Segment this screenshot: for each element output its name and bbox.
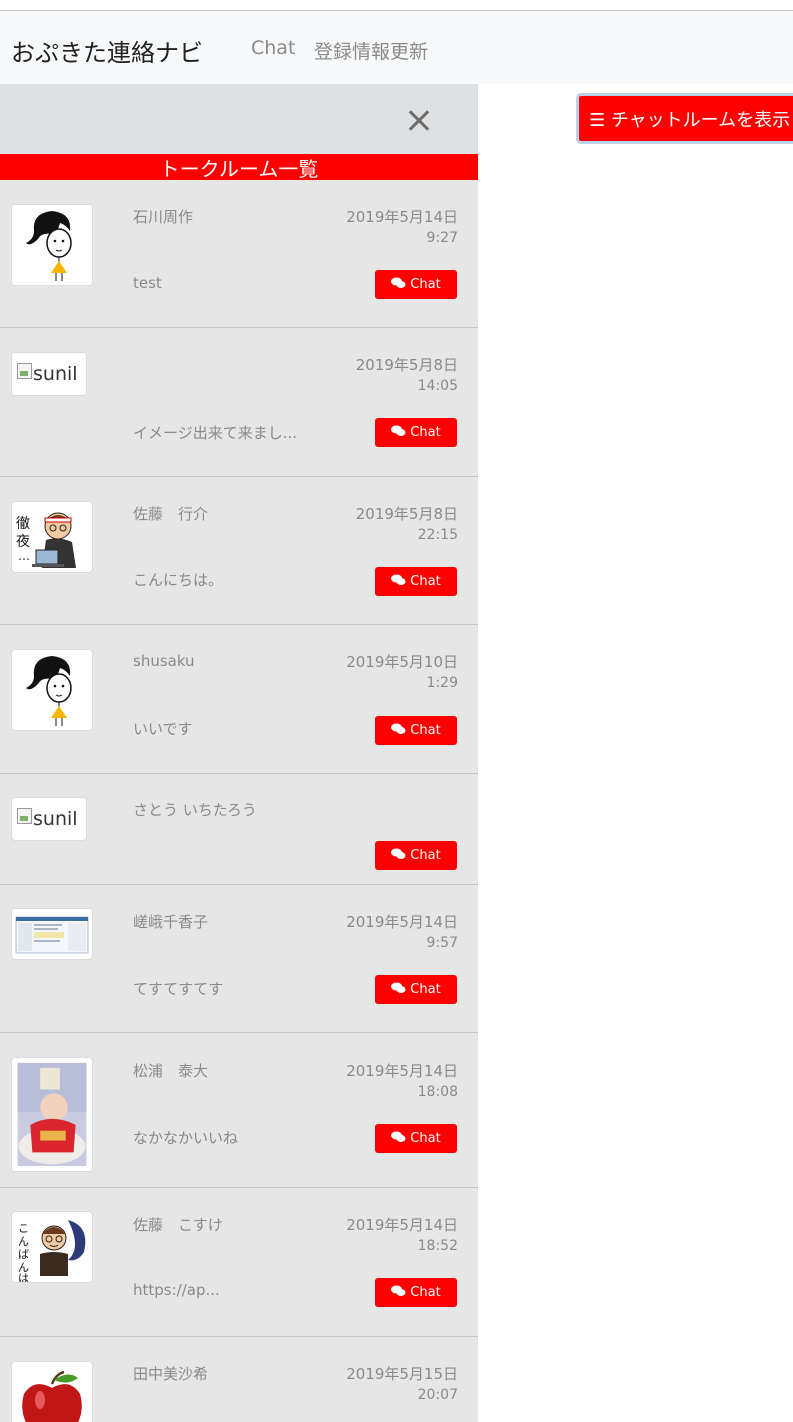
room-item[interactable]: 田中美沙希 2019年5月15日 20:07 xyxy=(0,1337,478,1422)
chat-button-label: Chat xyxy=(410,425,441,440)
chat-bubbles-icon xyxy=(391,1285,406,1301)
chat-bubbles-icon xyxy=(391,848,406,864)
room-name: 嵯峨千香子 xyxy=(133,913,209,931)
chat-button-label: Chat xyxy=(410,848,441,863)
last-message: イメージ出来て来まし... xyxy=(133,424,298,442)
chat-button[interactable]: Chat xyxy=(375,567,457,596)
chat-bubbles-icon xyxy=(391,723,406,739)
room-item[interactable]: sunil 2019年5月8日 14:05 イメージ出来て来まし... Chat xyxy=(0,328,478,477)
last-message: https://ap... xyxy=(133,1281,220,1299)
room-time: 1:29 xyxy=(426,675,458,691)
avatar-alt-text: sunil xyxy=(33,808,78,830)
chat-bubbles-icon xyxy=(391,1131,406,1147)
room-time: 20:07 xyxy=(417,1387,458,1403)
chat-button[interactable]: Chat xyxy=(375,418,457,447)
last-message: こんにちは。 xyxy=(133,571,224,589)
room-name: さとう いちたろう xyxy=(133,801,257,819)
last-message: いいです xyxy=(133,720,193,738)
room-date: 2019年5月14日 xyxy=(346,1216,458,1234)
room-name: 田中美沙希 xyxy=(133,1365,209,1383)
chat-bubbles-icon xyxy=(391,982,406,998)
chat-button-label: Chat xyxy=(410,982,441,997)
chat-bubbles-icon xyxy=(391,425,406,441)
chat-button[interactable]: Chat xyxy=(375,716,457,745)
room-date: 2019年5月8日 xyxy=(355,356,458,374)
man-laptop-cartoon-avatar: 徹 夜 … xyxy=(11,501,93,573)
brand-title[interactable]: おぷきた連絡ナビ xyxy=(11,33,203,68)
sidebar-header xyxy=(0,84,478,154)
last-message: test xyxy=(133,274,162,292)
svg-text:ん: ん xyxy=(18,1235,29,1248)
goodnight-cartoon-avatar: こ ん ば ん は xyxy=(11,1211,93,1283)
room-date: 2019年5月14日 xyxy=(346,1062,458,1080)
chat-button-label: Chat xyxy=(410,1131,441,1146)
sidebar-title: トークルーム一覧 xyxy=(0,154,478,181)
room-time: 18:52 xyxy=(417,1238,458,1254)
room-date: 2019年5月14日 xyxy=(346,913,458,931)
woman-cartoon-avatar xyxy=(11,649,93,731)
chat-button-label: Chat xyxy=(410,1285,441,1300)
broken-image-icon xyxy=(17,808,32,824)
room-date: 2019年5月15日 xyxy=(346,1365,458,1383)
room-time: 9:27 xyxy=(426,230,458,246)
room-item[interactable]: こ ん ば ん は 佐藤 こすけ 2019年5月14日 18:52 https:… xyxy=(0,1188,478,1337)
nav-link-chat[interactable]: Chat xyxy=(251,37,295,59)
chat-button[interactable]: Chat xyxy=(375,270,457,299)
svg-text:ば: ば xyxy=(18,1248,29,1261)
svg-text:は: は xyxy=(18,1272,29,1282)
broken-image-avatar: sunil xyxy=(11,797,87,841)
room-name: 佐藤 行介 xyxy=(133,505,209,523)
screenshot-thumbnail-avatar xyxy=(11,908,93,960)
room-item[interactable]: sunil さとう いちたろう Chat xyxy=(0,774,478,885)
room-item[interactable]: 徹 夜 … 佐藤 行介 2019年5月8日 22:15 こんにちは。 Chat xyxy=(0,477,478,625)
chat-bubbles-icon xyxy=(391,574,406,590)
svg-text:…: … xyxy=(18,549,30,563)
room-name: 佐藤 こすけ xyxy=(133,1216,223,1234)
nav-link-profile-update[interactable]: 登録情報更新 xyxy=(314,37,428,64)
show-chat-rooms-button[interactable]: ☰ チャットルームを表示 xyxy=(576,93,793,144)
room-name: 石川周作 xyxy=(133,208,194,226)
room-item[interactable]: 嵯峨千香子 2019年5月14日 9:57 てすてすてす Chat xyxy=(0,885,478,1033)
room-item[interactable]: shusaku 2019年5月10日 1:29 いいです Chat xyxy=(0,625,478,774)
room-time: 14:05 xyxy=(417,378,458,394)
room-time: 18:08 xyxy=(417,1084,458,1100)
chat-button-label: Chat xyxy=(410,574,441,589)
baby-photo-avatar xyxy=(11,1057,93,1172)
navbar: おぷきた連絡ナビ Chat 登録情報更新 xyxy=(0,11,793,84)
room-name: 松浦 泰大 xyxy=(133,1062,209,1080)
chat-bubbles-icon xyxy=(391,277,406,293)
room-item[interactable]: 松浦 泰大 2019年5月14日 18:08 なかなかいいね Chat xyxy=(0,1033,478,1188)
room-item[interactable]: 石川周作 2019年5月14日 9:27 test Chat xyxy=(0,180,478,328)
chat-button[interactable]: Chat xyxy=(375,1124,457,1153)
room-time: 22:15 xyxy=(417,527,458,543)
avatar-alt-text: sunil xyxy=(33,363,78,385)
chat-room-sidebar: トークルーム一覧 石川周作 2019年5月14日 9:27 test Chat … xyxy=(0,84,478,1422)
chat-button[interactable]: Chat xyxy=(375,975,457,1004)
close-icon[interactable] xyxy=(406,108,432,134)
chat-button-label: Chat xyxy=(410,277,441,292)
room-date: 2019年5月10日 xyxy=(346,653,458,671)
svg-text:徹: 徹 xyxy=(16,516,30,532)
last-message: てすてすてす xyxy=(133,980,224,998)
room-date: 2019年5月8日 xyxy=(355,505,458,523)
room-list: 石川周作 2019年5月14日 9:27 test Chat sunil 201… xyxy=(0,180,478,1422)
room-date: 2019年5月14日 xyxy=(346,208,458,226)
broken-image-avatar: sunil xyxy=(11,352,87,396)
chat-button-label: Chat xyxy=(410,723,441,738)
woman-cartoon-avatar xyxy=(11,204,93,286)
svg-text:こ: こ xyxy=(18,1222,29,1235)
room-time: 9:57 xyxy=(426,935,458,951)
svg-text:夜: 夜 xyxy=(16,534,30,550)
apple-avatar xyxy=(11,1361,93,1422)
chat-button[interactable]: Chat xyxy=(375,1278,457,1307)
chat-button[interactable]: Chat xyxy=(375,841,457,870)
last-message: なかなかいいね xyxy=(133,1129,239,1147)
room-name: shusaku xyxy=(133,652,195,670)
broken-image-icon xyxy=(17,363,32,379)
